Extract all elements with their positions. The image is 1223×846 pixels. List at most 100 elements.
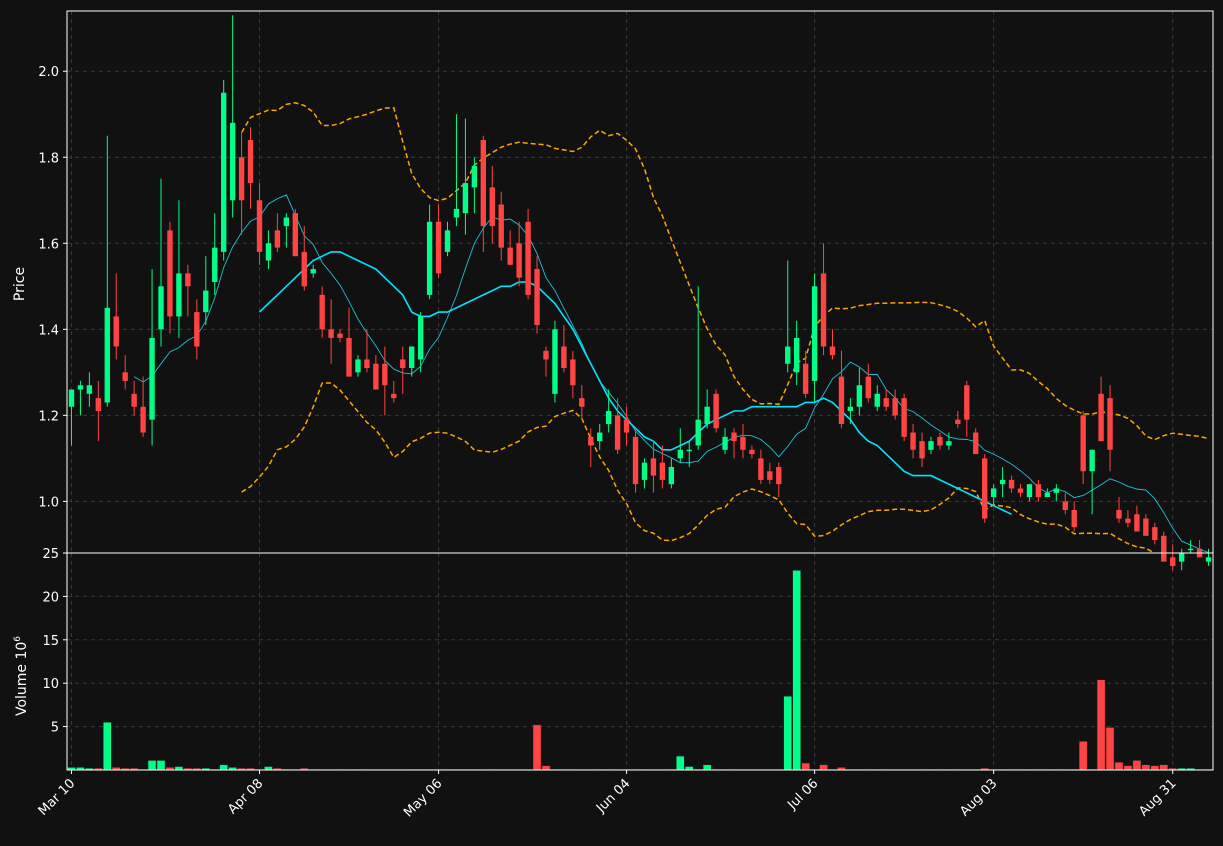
volume-bar	[702, 764, 712, 771]
candle-body	[946, 441, 952, 446]
volume-bar	[1141, 764, 1151, 771]
candle-body	[238, 157, 245, 201]
candle-body	[77, 385, 84, 390]
candle-body	[910, 432, 916, 450]
volume-bar	[1096, 679, 1106, 771]
candle-body	[462, 183, 469, 214]
candle-body	[1098, 393, 1104, 442]
volume-bar	[1123, 765, 1133, 771]
candle-body	[973, 432, 979, 455]
volume-bar	[219, 764, 228, 771]
candle-body	[212, 247, 218, 282]
candle-body	[776, 466, 782, 485]
candle-body	[1125, 518, 1131, 523]
candle-body	[382, 363, 388, 386]
candle-body	[274, 230, 281, 248]
candle-body	[740, 436, 746, 450]
candle-body	[346, 337, 352, 377]
volume-tick-label: 15	[42, 634, 59, 649]
candle-body	[122, 372, 128, 381]
candle-body	[131, 393, 137, 407]
candle-body	[203, 290, 209, 313]
candle-body	[990, 488, 997, 498]
candle-body	[901, 398, 907, 437]
candle-body	[820, 273, 827, 347]
volume-bar	[1159, 764, 1169, 771]
candle-body	[149, 337, 155, 420]
candle-body	[856, 385, 863, 407]
volume-bar	[819, 764, 828, 771]
candle-body	[1116, 509, 1122, 519]
volume-bar	[1078, 741, 1088, 771]
candle-body	[650, 458, 657, 476]
candle-body	[758, 458, 764, 480]
candle-body	[1026, 484, 1033, 498]
price-tick-label: 1.0	[38, 495, 59, 510]
candle-body	[964, 385, 970, 420]
candle-body	[588, 436, 594, 446]
candle-body	[489, 187, 495, 227]
candle-body	[1107, 398, 1113, 450]
chart-background	[0, 0, 1223, 842]
volume-bar	[801, 762, 810, 771]
volume-bar	[541, 765, 551, 771]
candle-body	[525, 221, 531, 295]
volume-bar	[264, 766, 273, 771]
candle-body	[865, 376, 871, 399]
candle-body	[498, 204, 504, 248]
candle-body	[561, 346, 567, 369]
candle-body	[247, 140, 254, 184]
candle-body	[480, 140, 487, 227]
candle-body	[1053, 488, 1060, 493]
candle-body	[364, 359, 370, 369]
candle-body	[1080, 415, 1086, 472]
candle-body	[570, 359, 576, 386]
volume-bar	[174, 766, 184, 771]
price-tick-label: 1.4	[38, 323, 59, 338]
price-tick-label: 2.0	[38, 65, 59, 80]
candle-body	[955, 419, 961, 424]
candle-body	[1008, 479, 1015, 489]
candle-body	[1161, 535, 1167, 562]
candle-body	[1205, 557, 1212, 562]
candle-body	[641, 462, 648, 480]
candle-body	[659, 462, 666, 480]
volume-bar	[676, 755, 685, 771]
candle-body	[1187, 548, 1194, 551]
candle-body	[605, 411, 612, 424]
candle-body	[1143, 518, 1149, 536]
candle-body	[229, 122, 236, 201]
candle-body	[426, 221, 433, 295]
candle-body	[668, 466, 675, 485]
candle-body	[310, 269, 316, 274]
candle-body	[409, 346, 415, 369]
candle-body	[194, 312, 200, 347]
candle-body	[113, 316, 119, 347]
candle-body	[892, 398, 898, 416]
candle-body	[319, 294, 325, 330]
candle-body	[749, 449, 755, 455]
candle-body	[695, 419, 701, 446]
volume-bar	[156, 760, 166, 771]
volume-tick-label: 20	[42, 590, 59, 605]
candle-body	[292, 213, 298, 257]
candle-body	[597, 432, 603, 442]
volume-bar	[783, 695, 793, 771]
volume-bar	[147, 760, 157, 771]
candle-body	[883, 398, 889, 407]
candle-body	[1134, 514, 1140, 532]
candle-body	[140, 406, 146, 433]
candle-body	[793, 337, 800, 373]
volume-tick-label: 25	[42, 547, 59, 562]
candle-body	[704, 406, 710, 424]
candle-body	[802, 363, 809, 394]
candle-body	[552, 329, 558, 394]
candle-body	[928, 441, 934, 450]
candle-body	[507, 247, 513, 265]
volume-bar	[1150, 765, 1160, 771]
candle-body	[874, 393, 880, 407]
candle-body	[1062, 501, 1068, 510]
candle-body	[417, 316, 424, 360]
candle-body	[283, 217, 290, 227]
candle-body	[829, 346, 836, 356]
